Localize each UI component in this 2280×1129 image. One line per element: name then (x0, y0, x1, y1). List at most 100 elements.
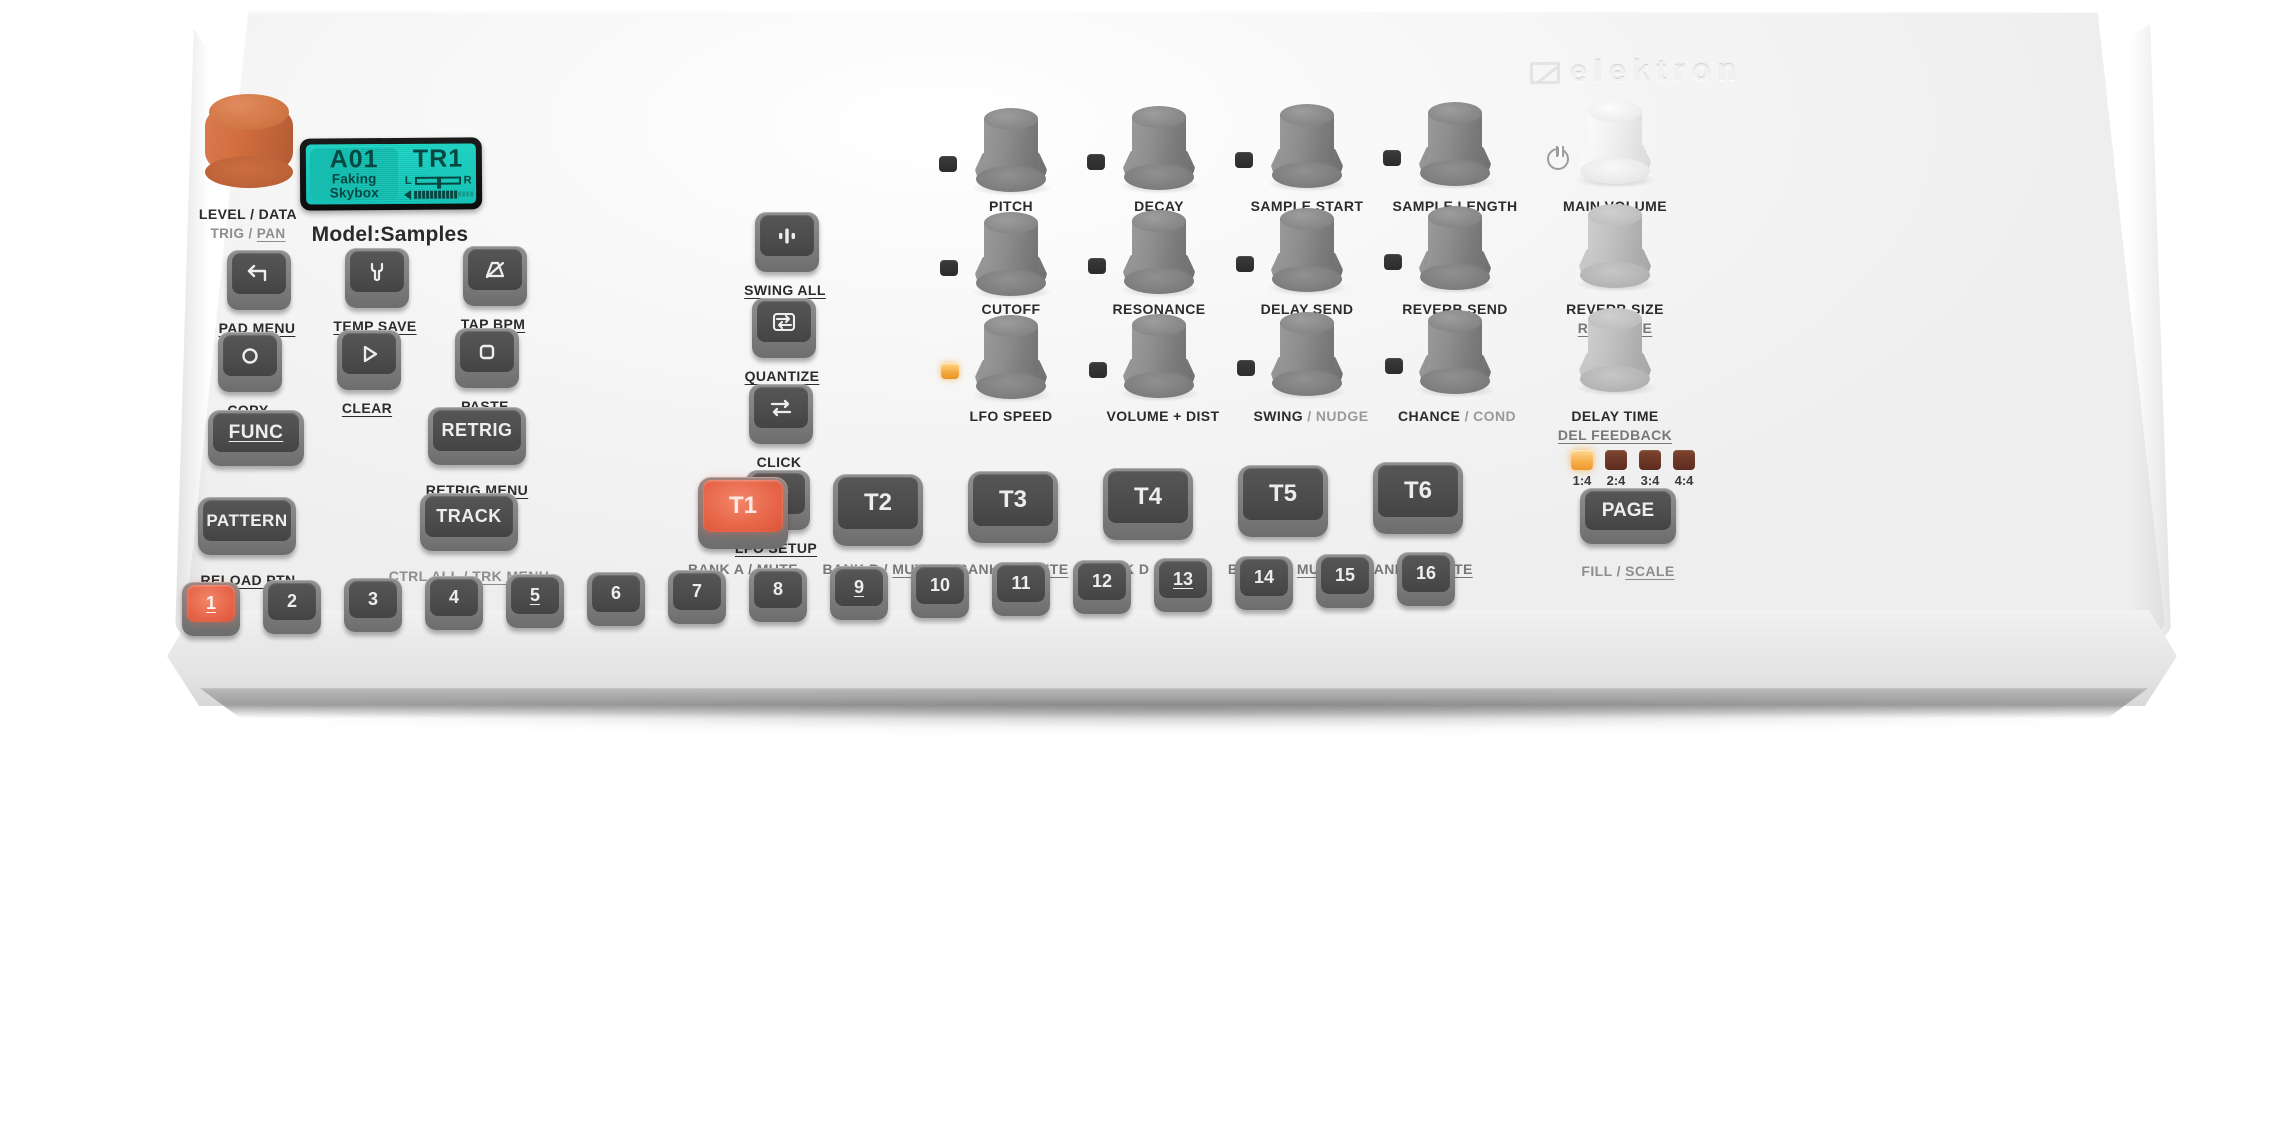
step-5-label: 5 (511, 577, 559, 614)
page-button-label: PAGE (1585, 491, 1671, 530)
page-button[interactable]: PAGE (1580, 488, 1676, 544)
decay-knob[interactable] (1119, 106, 1201, 194)
step-button-3[interactable]: 3 (344, 578, 402, 632)
step-button-4[interactable]: 4 (425, 576, 483, 630)
track-button-t2[interactable]: T2 (833, 474, 923, 546)
clear-button[interactable] (337, 330, 401, 390)
sample-length-knob[interactable] (1415, 102, 1497, 190)
pan-left-label: L (404, 174, 412, 187)
quantize-button[interactable] (752, 298, 816, 358)
track-button-t6[interactable]: T6 (1373, 462, 1463, 534)
pad-menu-button[interactable] (227, 250, 291, 310)
elektron-logo: elektron (1529, 54, 1743, 90)
step-button-2[interactable]: 2 (263, 580, 321, 634)
step-button-10[interactable]: 10 (911, 564, 969, 618)
track-t4-label: T4 (1108, 471, 1188, 523)
power-icon (1547, 146, 1569, 170)
track-button-t5[interactable]: T5 (1238, 465, 1328, 537)
tap-bpm-button[interactable] (463, 246, 527, 306)
track-button-t1[interactable]: T1 (698, 477, 788, 549)
retrig-label: RETRIG (433, 410, 521, 451)
swing-all-button[interactable] (755, 212, 819, 272)
step-button-8[interactable]: 8 (749, 568, 807, 622)
del-feedback-label: DEL FEEDBACK (1557, 427, 1673, 443)
record-circle-icon (237, 344, 263, 368)
pan-right-label: R (463, 174, 472, 187)
page-led-4 (1673, 450, 1695, 470)
levels-icon (779, 228, 795, 243)
metronome-icon (482, 258, 508, 282)
step-button-12[interactable]: 12 (1073, 560, 1131, 614)
track-label: TRACK (425, 496, 513, 537)
step-9-label: 9 (835, 569, 883, 606)
click-button[interactable] (749, 384, 813, 444)
step-button-6[interactable]: 6 (587, 572, 645, 626)
lcd-track-panel: TR1 L R (400, 143, 476, 204)
step-button-13[interactable]: 13 (1154, 558, 1212, 612)
paste-button[interactable] (455, 328, 519, 388)
step-button-5[interactable]: 5 (506, 574, 564, 628)
level-data-label: LEVEL / DATA (198, 206, 298, 222)
func-button[interactable]: FUNC (208, 410, 304, 466)
step-button-11[interactable]: 11 (992, 562, 1050, 616)
lcd-pan-slider: L R (404, 174, 472, 189)
level-data-encoder[interactable] (205, 94, 293, 192)
step-button-7[interactable]: 7 (668, 570, 726, 624)
lfo-speed-label: LFO SPEED (969, 408, 1053, 424)
cutoff-led (940, 260, 958, 276)
resonance-knob[interactable] (1119, 210, 1201, 298)
step-15-label: 15 (1321, 557, 1369, 594)
cutoff-knob[interactable] (971, 212, 1053, 300)
pitch-knob[interactable] (971, 108, 1053, 196)
swing-knob[interactable] (1267, 312, 1349, 400)
step-2-label: 2 (268, 583, 316, 620)
step-button-1[interactable]: 1 (182, 582, 240, 636)
fill-label: FILL (1581, 563, 1613, 579)
cond-label: COND (1473, 408, 1516, 424)
page-led-label-2: 2:4 (1606, 473, 1626, 488)
step-button-15[interactable]: 15 (1316, 554, 1374, 608)
lcd-pattern-panel: A01 Faking Skybox (309, 145, 399, 201)
step-button-14[interactable]: 14 (1235, 556, 1293, 610)
step-8-label: 8 (754, 571, 802, 608)
track-t3-label: T3 (973, 474, 1053, 526)
delay-send-knob[interactable] (1267, 208, 1349, 296)
track-button-t4[interactable]: T4 (1103, 468, 1193, 540)
loop-icon (771, 310, 797, 334)
track-t1-label: T1 (703, 480, 783, 532)
lcd-sample-name-line2: Skybox (329, 184, 379, 201)
step-14-label: 14 (1240, 559, 1288, 596)
lcd-display: A01 Faking Skybox TR1 L R (299, 137, 483, 211)
volume-dist-label: VOLUME + DIST (1106, 408, 1220, 424)
func-label: FUNC (213, 413, 299, 452)
trig-label: TRIG (210, 226, 245, 241)
fill-scale-label: FILL / SCALE (1581, 563, 1675, 579)
reverb-send-knob[interactable] (1415, 206, 1497, 294)
back-arrow-icon (246, 262, 272, 286)
pattern-button[interactable]: PATTERN (198, 497, 296, 555)
chance-knob[interactable] (1415, 310, 1497, 398)
step-button-9[interactable]: 9 (830, 566, 888, 620)
retrig-button[interactable]: RETRIG (428, 407, 526, 465)
temp-save-button[interactable] (345, 248, 409, 308)
track-t2-label: T2 (838, 477, 918, 529)
track-button[interactable]: TRACK (420, 493, 518, 551)
chance-label: CHANCE (1398, 408, 1461, 424)
main-volume-knob[interactable] (1575, 100, 1657, 188)
sample-start-knob[interactable] (1267, 104, 1349, 192)
page-led-1 (1571, 450, 1593, 470)
lcd-screen: A01 Faking Skybox TR1 L R (305, 143, 477, 205)
screenshot-root: elektron LEVEL / DATA TRIG / PAN A01 Fak… (0, 0, 2280, 1129)
swing-all-label: SWING ALL (744, 282, 826, 298)
step-button-16[interactable]: 16 (1397, 552, 1455, 606)
swing-all-face (760, 215, 814, 256)
step-3-label: 3 (349, 581, 397, 618)
track-button-t3[interactable]: T3 (968, 471, 1058, 543)
lfo-speed-knob[interactable] (971, 315, 1053, 403)
reverb-size-knob[interactable] (1575, 204, 1657, 292)
delay-time-knob[interactable] (1575, 308, 1657, 396)
swing-led (1237, 360, 1255, 376)
paste-face (460, 331, 514, 372)
volume-dist-knob[interactable] (1119, 314, 1201, 402)
copy-button[interactable] (218, 332, 282, 392)
